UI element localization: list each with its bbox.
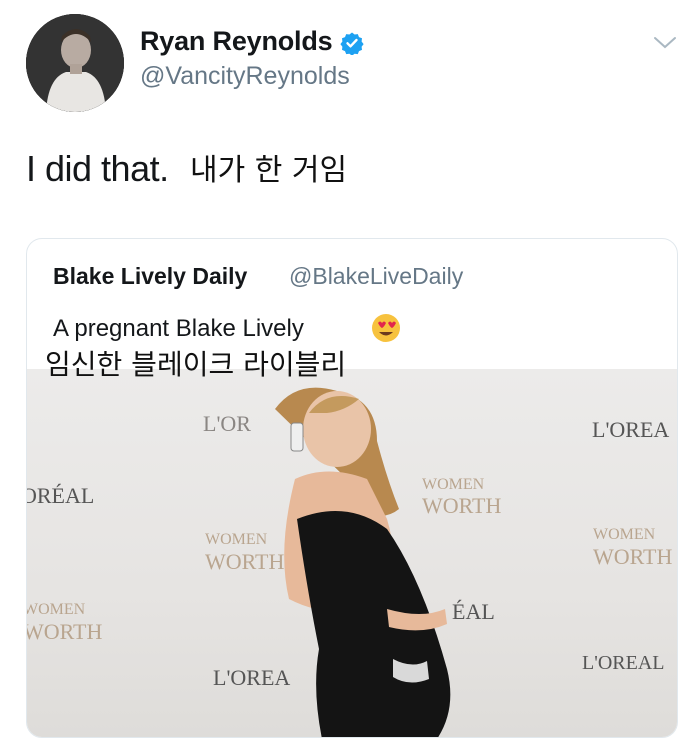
- backdrop-brand-e: L'OREA: [213, 665, 290, 690]
- overlay-caption-tweet: 내가 한 거임: [190, 153, 348, 188]
- backdrop-brand-b: L'OREAL: [582, 652, 664, 674]
- author-handle[interactable]: @VancityReynolds: [140, 62, 350, 91]
- verified-badge-icon: [340, 32, 364, 55]
- heart-eyes-emoji-icon: [372, 314, 400, 342]
- backdrop-brand-d: L'OR: [203, 411, 251, 436]
- tweet-text: I did that.: [26, 148, 169, 189]
- quoted-tweet-photo[interactable]: L'OR L'OREA ORÉAL WOMEN WORTH WOMEN WORT…: [27, 369, 677, 737]
- quoted-author-handle[interactable]: @BlakeLiveDaily: [289, 263, 463, 290]
- backdrop-worth-1: WORTH: [422, 493, 501, 518]
- photo-illustration: L'OR L'OREA ORÉAL WOMEN WORTH WOMEN WORT…: [27, 387, 672, 737]
- backdrop-brand-c: ORÉAL: [27, 483, 94, 508]
- backdrop-worth-2: WORTH: [205, 549, 284, 574]
- backdrop-women-3: WOMEN: [593, 526, 656, 543]
- quoted-tweet-text: A pregnant Blake Lively: [53, 315, 304, 342]
- tweet-card: Ryan Reynolds @VancityReynolds I did tha…: [0, 0, 700, 752]
- backdrop-women-1: WOMEN: [422, 476, 485, 493]
- backdrop-worth-3: WORTH: [593, 544, 672, 569]
- backdrop-brand-a: L'OREA: [592, 417, 669, 442]
- backdrop-women-4: WOMEN: [27, 601, 86, 618]
- quoted-tweet[interactable]: Blake Lively Daily @BlakeLiveDaily A pre…: [26, 238, 678, 738]
- author-name[interactable]: Ryan Reynolds: [140, 26, 333, 57]
- quoted-author-name[interactable]: Blake Lively Daily: [53, 263, 247, 290]
- overlay-caption-quote: 임신한 블레이크 라이블리: [45, 348, 347, 381]
- avatar[interactable]: [26, 14, 124, 112]
- figure-silhouette: [275, 387, 451, 737]
- backdrop-women-2: WOMEN: [205, 531, 268, 548]
- avatar-photo: [26, 14, 124, 112]
- backdrop-worth-4: WORTH: [27, 619, 102, 644]
- backdrop-brand-f: ÉAL: [452, 599, 495, 624]
- chevron-down-icon[interactable]: [652, 34, 678, 52]
